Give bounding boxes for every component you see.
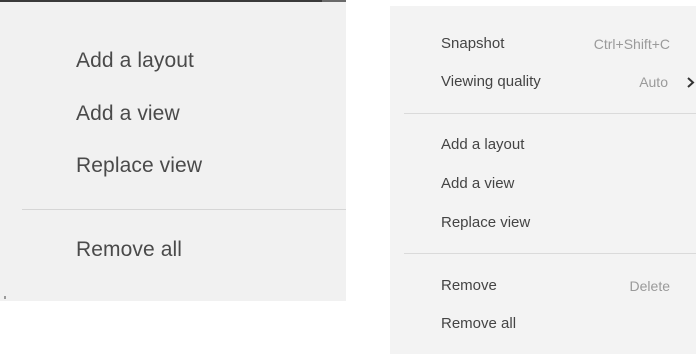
menu-item-add-view[interactable]: Add a view [390, 169, 696, 199]
menu-item-add-view[interactable]: Add a view [76, 102, 180, 126]
menu-item-label: Add a view [441, 175, 515, 192]
menu-divider [22, 209, 346, 210]
menu-item-label: Remove all [441, 315, 517, 332]
shortcut-label: Ctrl+Shift+C [593, 36, 670, 52]
menu-item-add-layout[interactable]: Add a layout [76, 49, 194, 73]
screenshot-canvas: Add a layout Add a view Replace view Rem… [0, 0, 696, 354]
menu-item-replace-view[interactable]: Replace view [76, 154, 202, 178]
menu-item-label: Add a layout [441, 136, 525, 153]
menu-item-replace-view[interactable]: Replace view [390, 208, 696, 238]
menu-divider [404, 113, 696, 114]
menu-item-remove[interactable]: Remove Delete [390, 271, 696, 301]
menu-item-label: Replace view [441, 214, 531, 231]
menu-item-label: Viewing quality [441, 73, 541, 90]
context-menu-zoomed: Add a layout Add a view Replace view Rem… [0, 0, 346, 301]
menu-item-remove-all[interactable]: Remove all [76, 238, 182, 262]
menu-divider [404, 253, 696, 254]
menu-item-label: Remove [441, 277, 497, 294]
context-menu: Snapshot Ctrl+Shift+C Viewing quality Au… [390, 6, 696, 354]
menu-item-remove-all[interactable]: Remove all [390, 309, 696, 339]
menu-item-label: Snapshot [441, 35, 505, 52]
menu-item-viewing-quality[interactable]: Viewing quality Auto [390, 67, 696, 97]
menu-item-add-layout[interactable]: Add a layout [390, 130, 696, 160]
menu-item-snapshot[interactable]: Snapshot Ctrl+Shift+C [390, 29, 696, 59]
chevron-right-icon [687, 77, 695, 88]
menu-top-edge [322, 0, 346, 2]
shortcut-label: Delete [629, 278, 670, 294]
submenu-value: Auto [639, 74, 668, 90]
edge-mark [4, 296, 6, 299]
